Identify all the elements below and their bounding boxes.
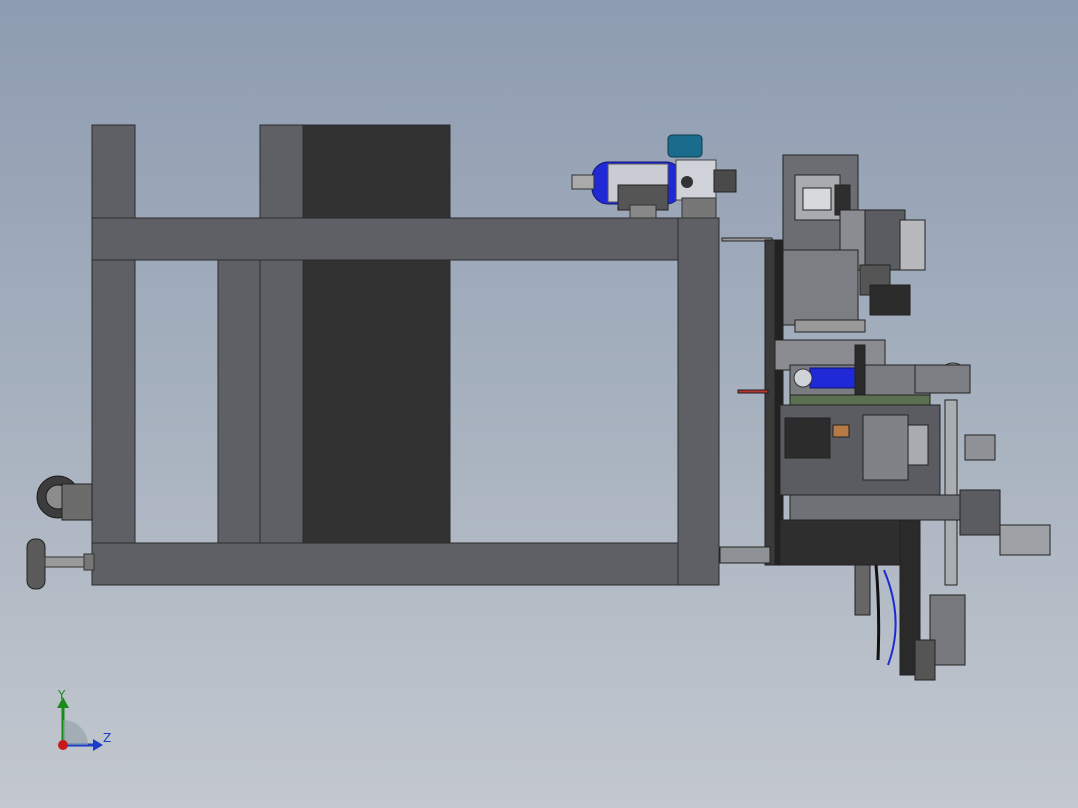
frame-post-mid-left (217, 217, 261, 544)
frame-post-mid (259, 124, 304, 586)
caster-wheel (36, 475, 93, 521)
frame-bottom-beam (91, 542, 720, 586)
z-axis-label: Z (103, 731, 112, 745)
leveling-foot (26, 538, 95, 590)
machine-model[interactable] (0, 0, 1078, 808)
right-mechanism (719, 154, 1051, 681)
cad-viewport[interactable]: Y Z (0, 0, 1078, 808)
frame-top-beam (91, 217, 720, 261)
frame-post-left (91, 124, 136, 586)
spindle-unit (571, 134, 737, 219)
frame-post-right (677, 217, 720, 586)
axis-triad (57, 697, 103, 751)
dark-panel (302, 124, 451, 544)
y-axis-label: Y (58, 688, 66, 702)
